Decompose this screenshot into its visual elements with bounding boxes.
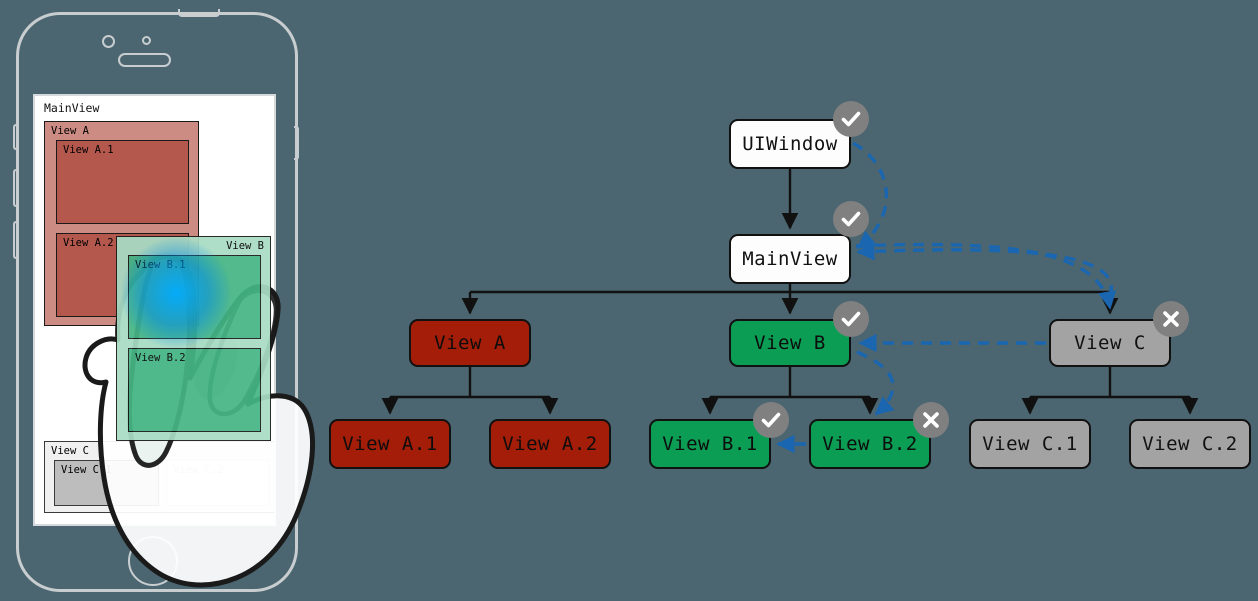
- phone-view-b1-label: View B.1: [135, 259, 186, 271]
- node-label: View C: [1074, 332, 1146, 354]
- node-view-a[interactable]: View A: [409, 319, 531, 367]
- phone-mockup: MainView View A View A.1 View A.2 View C…: [6, 6, 306, 596]
- phone-view-a1[interactable]: View A.1: [56, 140, 189, 224]
- front-camera-icon: [102, 35, 115, 48]
- phone-view-c1[interactable]: View C.1: [54, 460, 159, 506]
- phone-view-c[interactable]: View C View C.1 View C.2: [44, 441, 274, 513]
- node-view-a1[interactable]: View A.1: [329, 419, 451, 469]
- node-label: View A: [434, 332, 506, 354]
- phone-view-b[interactable]: View B View B.1 View B.2: [116, 236, 271, 441]
- phone-view-b1[interactable]: View B.1: [128, 255, 261, 339]
- node-label: MainView: [742, 248, 838, 270]
- phone-view-c1-label: View C.1: [61, 464, 112, 476]
- phone-view-a1-label: View A.1: [63, 144, 114, 156]
- phone-view-b-label: View B: [226, 240, 264, 252]
- node-label: View B.2: [822, 433, 918, 455]
- node-view-b[interactable]: View B: [729, 319, 851, 367]
- phone-notch: [178, 9, 220, 17]
- node-view-c2[interactable]: View C.2: [1129, 419, 1251, 469]
- phone-view-c-label: View C: [51, 445, 89, 457]
- screen-title: MainView: [44, 101, 100, 115]
- volume-down-button[interactable]: [13, 221, 18, 259]
- cross-badge-icon: [1153, 301, 1189, 337]
- earpiece-speaker-icon: [118, 53, 171, 67]
- node-view-a2[interactable]: View A.2: [489, 419, 611, 469]
- node-view-c1[interactable]: View C.1: [969, 419, 1091, 469]
- mute-switch[interactable]: [13, 124, 18, 150]
- phone-view-b2-label: View B.2: [135, 352, 186, 364]
- home-button[interactable]: [128, 536, 178, 586]
- power-button[interactable]: [294, 126, 299, 160]
- node-label: View A.2: [502, 433, 598, 455]
- node-label: View B: [754, 332, 826, 354]
- node-label: View C.2: [1142, 433, 1238, 455]
- node-uiwindow[interactable]: UIWindow: [729, 119, 851, 169]
- node-label: UIWindow: [742, 133, 838, 155]
- node-label: View C.1: [982, 433, 1078, 455]
- phone-view-c2-label: View C.2: [173, 464, 224, 476]
- node-view-b2[interactable]: View B.2: [809, 419, 931, 469]
- hit-test-path: [776, 141, 1117, 454]
- check-badge-icon: [833, 301, 869, 337]
- check-badge-icon: [753, 402, 789, 438]
- phone-screen[interactable]: MainView View A View A.1 View A.2 View C…: [33, 94, 276, 526]
- node-view-b1[interactable]: View B.1: [649, 419, 771, 469]
- node-mainview[interactable]: MainView: [729, 234, 851, 284]
- phone-view-b2[interactable]: View B.2: [128, 348, 261, 432]
- node-label: View B.1: [662, 433, 758, 455]
- volume-up-button[interactable]: [13, 169, 18, 207]
- node-label: View A.1: [342, 433, 438, 455]
- diagram-canvas: UIWindow MainView View A View B View C V…: [0, 0, 1258, 601]
- phone-view-a2-label: View A.2: [63, 237, 114, 249]
- cross-badge-icon: [913, 402, 949, 438]
- check-badge-icon: [833, 201, 869, 237]
- check-badge-icon: [833, 101, 869, 137]
- tree-edges: [381, 169, 1199, 415]
- proximity-sensor-icon: [142, 36, 151, 45]
- phone-view-a-label: View A: [51, 125, 89, 137]
- node-view-c[interactable]: View C: [1049, 319, 1171, 367]
- phone-view-c2[interactable]: View C.2: [166, 460, 269, 506]
